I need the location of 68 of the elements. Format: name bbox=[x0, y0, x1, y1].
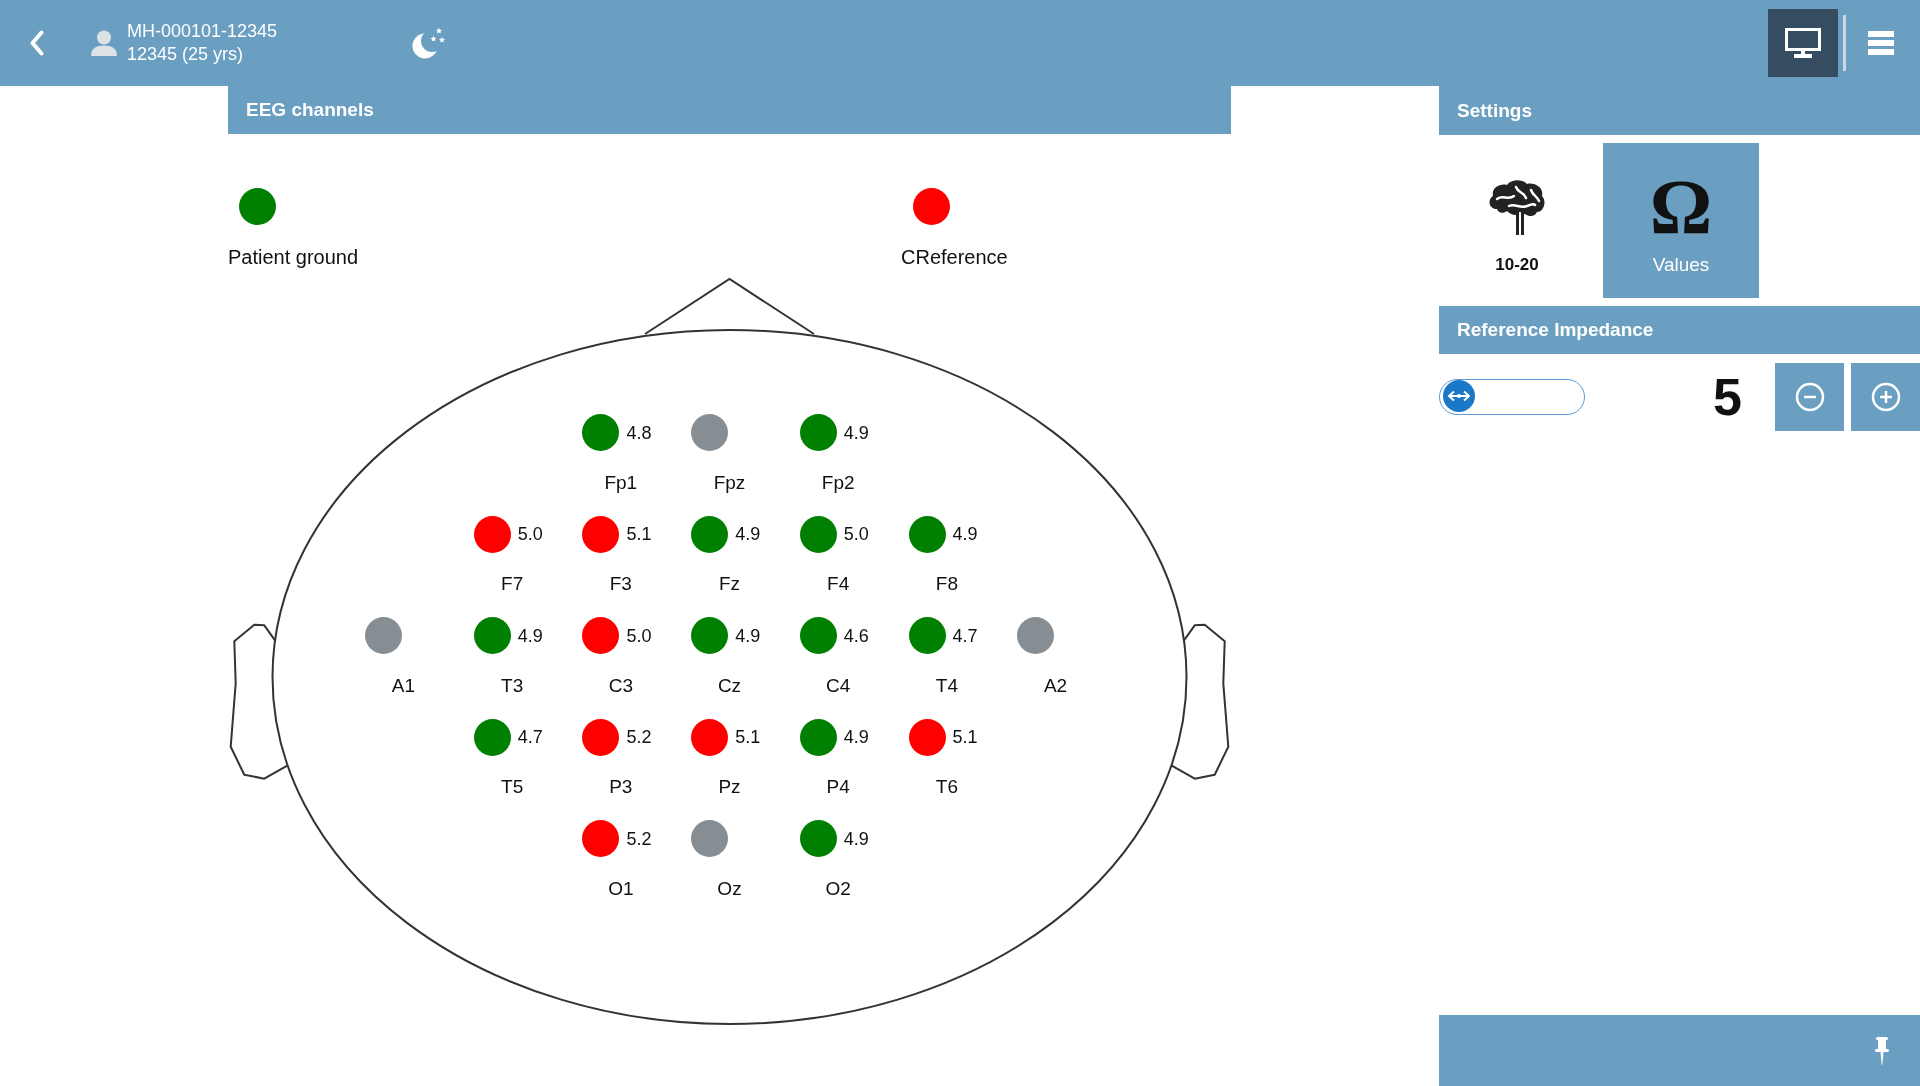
slider-track[interactable] bbox=[1439, 378, 1585, 415]
electrode-label: P4 bbox=[826, 775, 850, 799]
electrode-label: Fpz bbox=[713, 470, 746, 495]
impedance-value: 4.8 bbox=[626, 421, 652, 444]
impedance-setting-value: 5 bbox=[1713, 366, 1742, 427]
legend-label: Patient ground bbox=[228, 245, 359, 269]
pin-icon[interactable] bbox=[1875, 1036, 1889, 1065]
impedance-value: 4.9 bbox=[843, 726, 869, 748]
electrode-label: F4 bbox=[827, 572, 850, 596]
impedance-value: 5.0 bbox=[626, 624, 652, 647]
impedance-value: 4.9 bbox=[735, 523, 761, 545]
electrode-label: Fz bbox=[718, 572, 741, 596]
back-button[interactable] bbox=[30, 30, 44, 56]
electrode-label: F3 bbox=[609, 572, 632, 596]
view-mode-tab[interactable]: Ω Values bbox=[1603, 143, 1759, 298]
menu-button[interactable] bbox=[1868, 31, 1894, 55]
impedance-value: 4.9 bbox=[735, 624, 761, 647]
impedance-value: 5.1 bbox=[735, 726, 761, 748]
electrode-label: Cz bbox=[717, 673, 742, 698]
impedance-value: 5.2 bbox=[626, 726, 652, 748]
electrode-label: F8 bbox=[935, 572, 958, 596]
electrode-label: C3 bbox=[608, 673, 633, 698]
impedance-value: 4.7 bbox=[952, 624, 978, 647]
impedance-value: 5.0 bbox=[843, 523, 869, 545]
impedance-value: 4.9 bbox=[843, 421, 869, 444]
moon-stars-icon[interactable] bbox=[412, 27, 446, 59]
impedance-value: 4.9 bbox=[843, 827, 869, 850]
electrode-label: F7 bbox=[501, 572, 524, 596]
patient-id: MH-000101-12345 bbox=[127, 20, 278, 43]
electrode-label: O1 bbox=[608, 876, 634, 901]
impedance-value: 5.1 bbox=[952, 726, 978, 748]
decrease-button[interactable] bbox=[1775, 362, 1844, 431]
chevron-left-icon bbox=[30, 30, 44, 56]
legend-label: CReference bbox=[901, 245, 1008, 269]
menu-icon bbox=[1868, 31, 1894, 55]
electrode-label: O2 bbox=[825, 876, 851, 901]
impedance-value: 4.7 bbox=[517, 726, 543, 748]
panel-header: Reference Impedance bbox=[1439, 306, 1920, 354]
impedance-value: 4.9 bbox=[517, 624, 543, 647]
electrode-label: A1 bbox=[391, 673, 416, 698]
panel-header: Settings bbox=[1439, 86, 1920, 135]
electrode-label: Pz bbox=[718, 775, 741, 799]
electrode-label: Fp1 bbox=[604, 470, 638, 495]
electrode-label: Fp2 bbox=[821, 470, 855, 495]
electrode-label: T6 bbox=[935, 775, 958, 799]
increase-button[interactable] bbox=[1851, 362, 1920, 431]
electrode-label: P3 bbox=[609, 775, 633, 799]
impedance-value: 4.9 bbox=[952, 523, 978, 545]
electrode-label: C4 bbox=[826, 673, 851, 698]
electrode-label: T5 bbox=[501, 775, 524, 799]
impedance-value: 5.2 bbox=[626, 827, 652, 850]
impedance-value: 5.1 bbox=[626, 523, 652, 545]
monitor-icon bbox=[1785, 28, 1821, 58]
impedance-value: 4.6 bbox=[843, 624, 869, 647]
person-icon bbox=[90, 30, 118, 56]
plus-circle-icon bbox=[1870, 381, 1901, 412]
electrode-label: Oz bbox=[717, 876, 742, 901]
double-arrow-icon bbox=[1447, 390, 1471, 402]
display-button[interactable] bbox=[1768, 9, 1838, 77]
panel-header: EEG channels bbox=[228, 86, 1231, 134]
electrode-label: T4 bbox=[935, 673, 958, 698]
impedance-value: 5.0 bbox=[517, 523, 543, 545]
electrode-label: A2 bbox=[1043, 673, 1068, 698]
slider-handle[interactable] bbox=[1443, 380, 1475, 412]
electrode-label: T3 bbox=[501, 673, 524, 698]
brain-icon bbox=[1487, 179, 1547, 235]
patient-details: 12345 (25 yrs) bbox=[127, 43, 244, 66]
minus-circle-icon bbox=[1794, 381, 1825, 412]
